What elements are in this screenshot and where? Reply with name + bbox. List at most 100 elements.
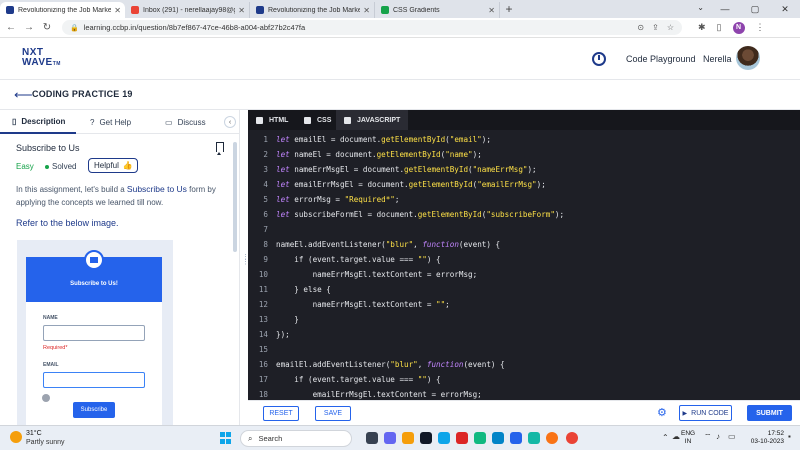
submit-button[interactable]: SUBMIT bbox=[747, 405, 792, 421]
code-line[interactable]: 11 } else { bbox=[248, 282, 800, 297]
settings-gear-icon[interactable]: ⚙ bbox=[657, 407, 667, 419]
edge-icon[interactable] bbox=[438, 432, 450, 444]
language-indicator[interactable]: ENG IN bbox=[681, 430, 695, 446]
weather-sun-icon[interactable] bbox=[10, 431, 22, 443]
minimize-icon[interactable]: — bbox=[710, 0, 740, 18]
nxtwave-logo[interactable]: NXT WAVETM bbox=[22, 48, 72, 69]
code-text[interactable]: let nameEl = document.getElementById("na… bbox=[276, 147, 482, 162]
code-line[interactable]: 17 if (event.target.value === "") { bbox=[248, 372, 800, 387]
code-line[interactable]: 9 if (event.target.value === "") { bbox=[248, 252, 800, 267]
code-text[interactable]: nameErrMsgEl.textContent = errorMsg; bbox=[276, 267, 478, 282]
run-code-button[interactable]: ▶ RUN CODE bbox=[679, 405, 732, 421]
tab-html[interactable]: HTML bbox=[248, 110, 296, 130]
code-text[interactable]: }); bbox=[276, 327, 290, 342]
code-line[interactable]: 1 let emailEl = document.getElementById("… bbox=[248, 132, 800, 147]
file-explorer-icon[interactable] bbox=[402, 432, 414, 444]
code-text[interactable]: let emailErrMsgEl = document.getElementB… bbox=[276, 177, 546, 192]
store-icon[interactable] bbox=[420, 432, 432, 444]
back-arrow-icon[interactable]: ⟵ bbox=[14, 87, 33, 103]
close-tab-icon[interactable]: ✕ bbox=[114, 6, 121, 15]
browser-tab-1[interactable]: Revolutionizing the Job Market ✕ bbox=[0, 2, 125, 18]
app-icon[interactable] bbox=[474, 432, 486, 444]
forward-icon[interactable]: → bbox=[22, 22, 36, 33]
code-text[interactable]: let subscribeFormEl = document.getElemen… bbox=[276, 207, 564, 222]
code-text[interactable]: emailEl.addEventListener("blur", functio… bbox=[276, 357, 505, 372]
tab-get-help[interactable]: ? Get Help bbox=[90, 110, 150, 134]
word-icon[interactable] bbox=[510, 432, 522, 444]
save-button[interactable]: SAVE bbox=[315, 406, 351, 421]
code-line[interactable]: 5 let errorMsg = "Required*"; bbox=[248, 192, 800, 207]
avatar[interactable] bbox=[736, 46, 760, 70]
code-line[interactable]: 13 } bbox=[248, 312, 800, 327]
battery-icon[interactable]: ▭ bbox=[728, 432, 736, 441]
extensions-icon[interactable]: ✱ bbox=[698, 22, 706, 33]
tab-search-icon[interactable]: ⌄ bbox=[697, 3, 704, 12]
back-icon[interactable]: ← bbox=[4, 22, 18, 33]
chat-app-icon[interactable] bbox=[384, 432, 396, 444]
code-line[interactable]: 14}); bbox=[248, 327, 800, 342]
code-text[interactable]: if (event.target.value === "") { bbox=[276, 372, 440, 387]
code-line[interactable]: 12 nameErrMsgEl.textContent = ""; bbox=[248, 297, 800, 312]
code-editor[interactable]: HTML CSS JAVASCRIPT 1 let emailEl = docum… bbox=[248, 110, 800, 400]
code-line[interactable]: 8 nameEl.addEventListener("blur", functio… bbox=[248, 237, 800, 252]
close-tab-icon[interactable]: ✕ bbox=[238, 6, 245, 15]
wifi-icon[interactable]: ⌔ bbox=[704, 432, 712, 442]
bookmark-star-icon[interactable]: ☆ bbox=[667, 23, 674, 32]
mcafee-icon[interactable] bbox=[456, 432, 468, 444]
scrollbar-thumb[interactable] bbox=[233, 142, 237, 252]
close-tab-icon[interactable]: ✕ bbox=[363, 6, 370, 15]
collapse-panel-button[interactable]: ‹ bbox=[224, 116, 236, 128]
timer-icon[interactable] bbox=[592, 52, 606, 66]
code-line[interactable]: 6 let subscribeFormEl = document.getEleme… bbox=[248, 207, 800, 222]
tray-chevron-icon[interactable]: ⌃ bbox=[662, 433, 669, 442]
lock-icon[interactable]: 🔒 bbox=[70, 24, 79, 32]
share-icon[interactable]: ⇪ bbox=[652, 23, 659, 32]
browser-menu-icon[interactable]: ⋮ bbox=[756, 22, 765, 33]
browser-tab-4[interactable]: CSS Gradients ✕ bbox=[375, 2, 500, 18]
code-line[interactable]: 16 emailEl.addEventListener("blur", funct… bbox=[248, 357, 800, 372]
maximize-icon[interactable]: ▢ bbox=[740, 0, 770, 18]
new-tab-button[interactable]: + bbox=[500, 2, 518, 18]
task-view-icon[interactable] bbox=[366, 432, 378, 444]
profile-avatar[interactable]: N bbox=[732, 21, 745, 34]
code-text[interactable]: emailErrMsgEl.textContent = errorMsg; bbox=[276, 387, 482, 400]
windows-start-icon[interactable] bbox=[220, 432, 232, 444]
weather-description[interactable]: Partly sunny bbox=[26, 439, 65, 446]
code-line[interactable]: 7 bbox=[248, 222, 800, 237]
code-text[interactable]: let emailEl = document.getElementById("e… bbox=[276, 132, 491, 147]
code-line[interactable]: 15 bbox=[248, 342, 800, 357]
weather-temperature[interactable]: 31°C bbox=[26, 430, 42, 437]
url-bar[interactable]: 🔒 learning.ccbp.in/question/8b7ef867-47c… bbox=[62, 20, 682, 35]
firefox-icon[interactable] bbox=[546, 432, 558, 444]
taskbar-search[interactable]: ⌕ Search bbox=[240, 430, 352, 447]
code-line[interactable]: 2 let nameEl = document.getElementById("n… bbox=[248, 147, 800, 162]
taskbar-clock[interactable]: 17:52 03-10-2023 bbox=[744, 430, 784, 446]
code-text[interactable]: let errorMsg = "Required*"; bbox=[276, 192, 399, 207]
close-window-icon[interactable]: ✕ bbox=[770, 0, 800, 18]
code-text[interactable]: if (event.target.value === "") { bbox=[276, 252, 440, 267]
bookmark-icon[interactable] bbox=[216, 142, 224, 155]
code-text[interactable]: nameErrMsgEl.textContent = ""; bbox=[276, 297, 450, 312]
code-text[interactable]: } bbox=[276, 312, 299, 327]
volume-icon[interactable]: ♪ bbox=[716, 432, 720, 441]
app-icon-l[interactable] bbox=[492, 432, 504, 444]
tab-discuss[interactable]: ▭ Discuss bbox=[165, 110, 220, 134]
resize-handle[interactable]: ⋮ ⋮ bbox=[242, 254, 249, 275]
google-lens-icon[interactable]: ⊙ bbox=[637, 23, 644, 32]
code-text[interactable]: } else { bbox=[276, 282, 331, 297]
code-playground-link[interactable]: Code Playground bbox=[626, 54, 696, 64]
panel-scrollbar[interactable] bbox=[233, 134, 238, 425]
reset-button[interactable]: RESET bbox=[263, 406, 299, 421]
code-text[interactable]: nameEl.addEventListener("blur", function… bbox=[276, 237, 500, 252]
cloud-icon[interactable]: ☁ bbox=[672, 432, 680, 441]
code-line[interactable]: 10 nameErrMsgEl.textContent = errorMsg; bbox=[248, 267, 800, 282]
chrome-icon[interactable] bbox=[566, 432, 578, 444]
browser-tab-3[interactable]: Revolutionizing the Job Market ✕ bbox=[250, 2, 375, 18]
tab-css[interactable]: CSS bbox=[296, 110, 336, 130]
code-line[interactable]: 4 let emailErrMsgEl = document.getElement… bbox=[248, 177, 800, 192]
code-line[interactable]: 3 let nameErrMsgEl = document.getElementB… bbox=[248, 162, 800, 177]
user-name[interactable]: Nerella bbox=[703, 54, 732, 64]
notification-icon[interactable]: ▪ bbox=[788, 432, 791, 441]
code-text[interactable]: let nameErrMsgEl = document.getElementBy… bbox=[276, 162, 537, 177]
helpful-button[interactable]: Helpful 👍 bbox=[88, 158, 138, 173]
